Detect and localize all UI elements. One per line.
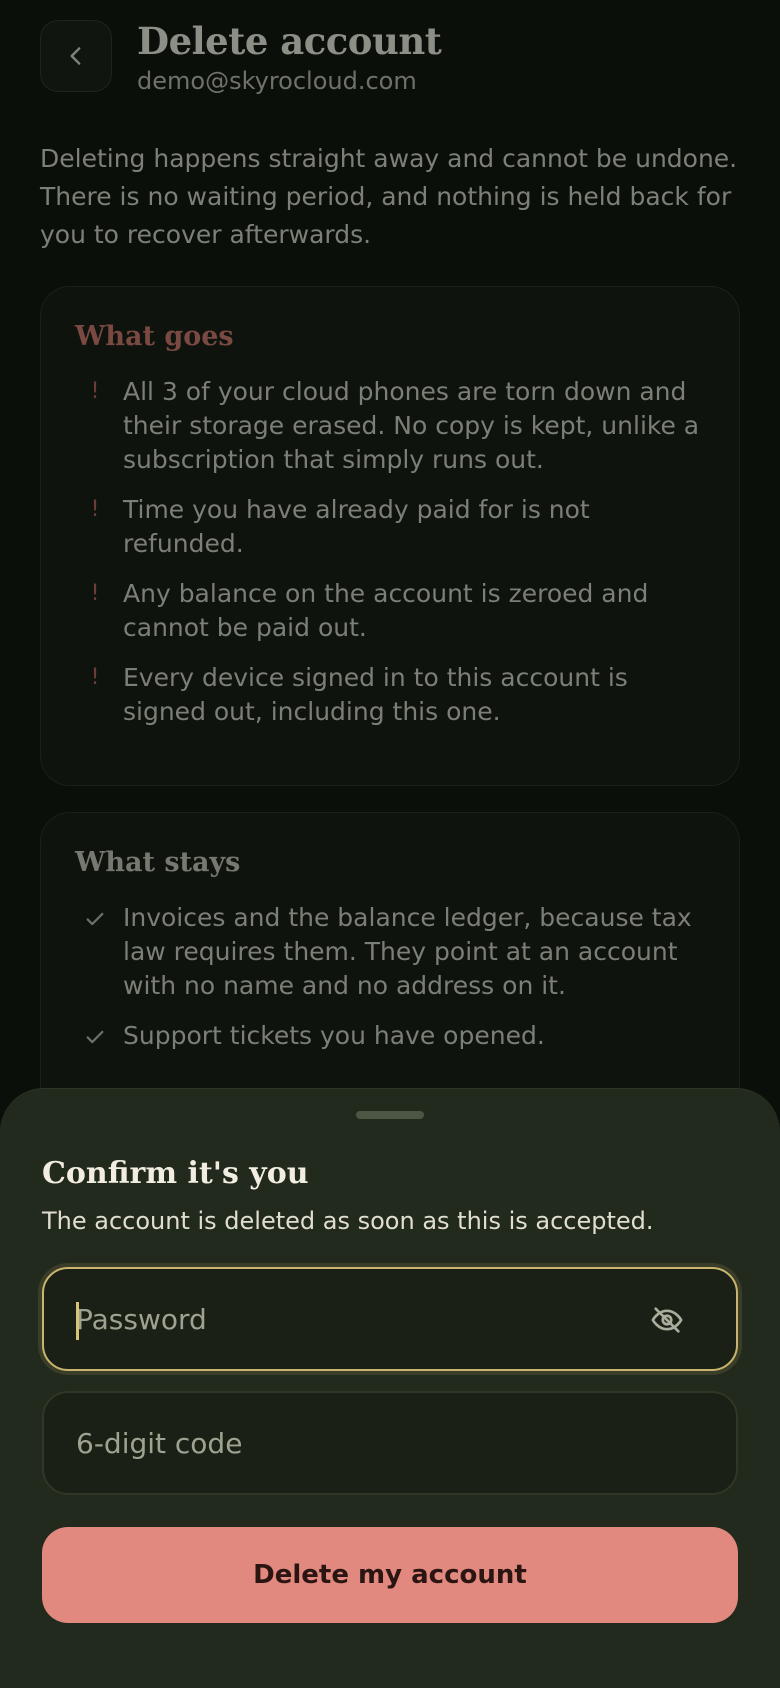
sheet-drag-handle[interactable] (356, 1111, 424, 1119)
eye-off-icon[interactable] (650, 1303, 684, 1337)
code-field[interactable] (42, 1391, 738, 1495)
text-caret (76, 1302, 79, 1340)
sheet-subtitle: The account is deleted as soon as this i… (42, 1207, 654, 1235)
code-input[interactable] (76, 1393, 636, 1493)
password-input[interactable] (76, 1269, 636, 1369)
delete-account-page: Delete account demo@skyrocloud.com Delet… (0, 0, 780, 1688)
sheet-title: Confirm it's you (42, 1156, 309, 1191)
delete-account-button[interactable]: Delete my account (42, 1527, 738, 1623)
confirm-bottom-sheet: Confirm it's you The account is deleted … (0, 1088, 780, 1688)
password-field[interactable] (42, 1267, 738, 1371)
